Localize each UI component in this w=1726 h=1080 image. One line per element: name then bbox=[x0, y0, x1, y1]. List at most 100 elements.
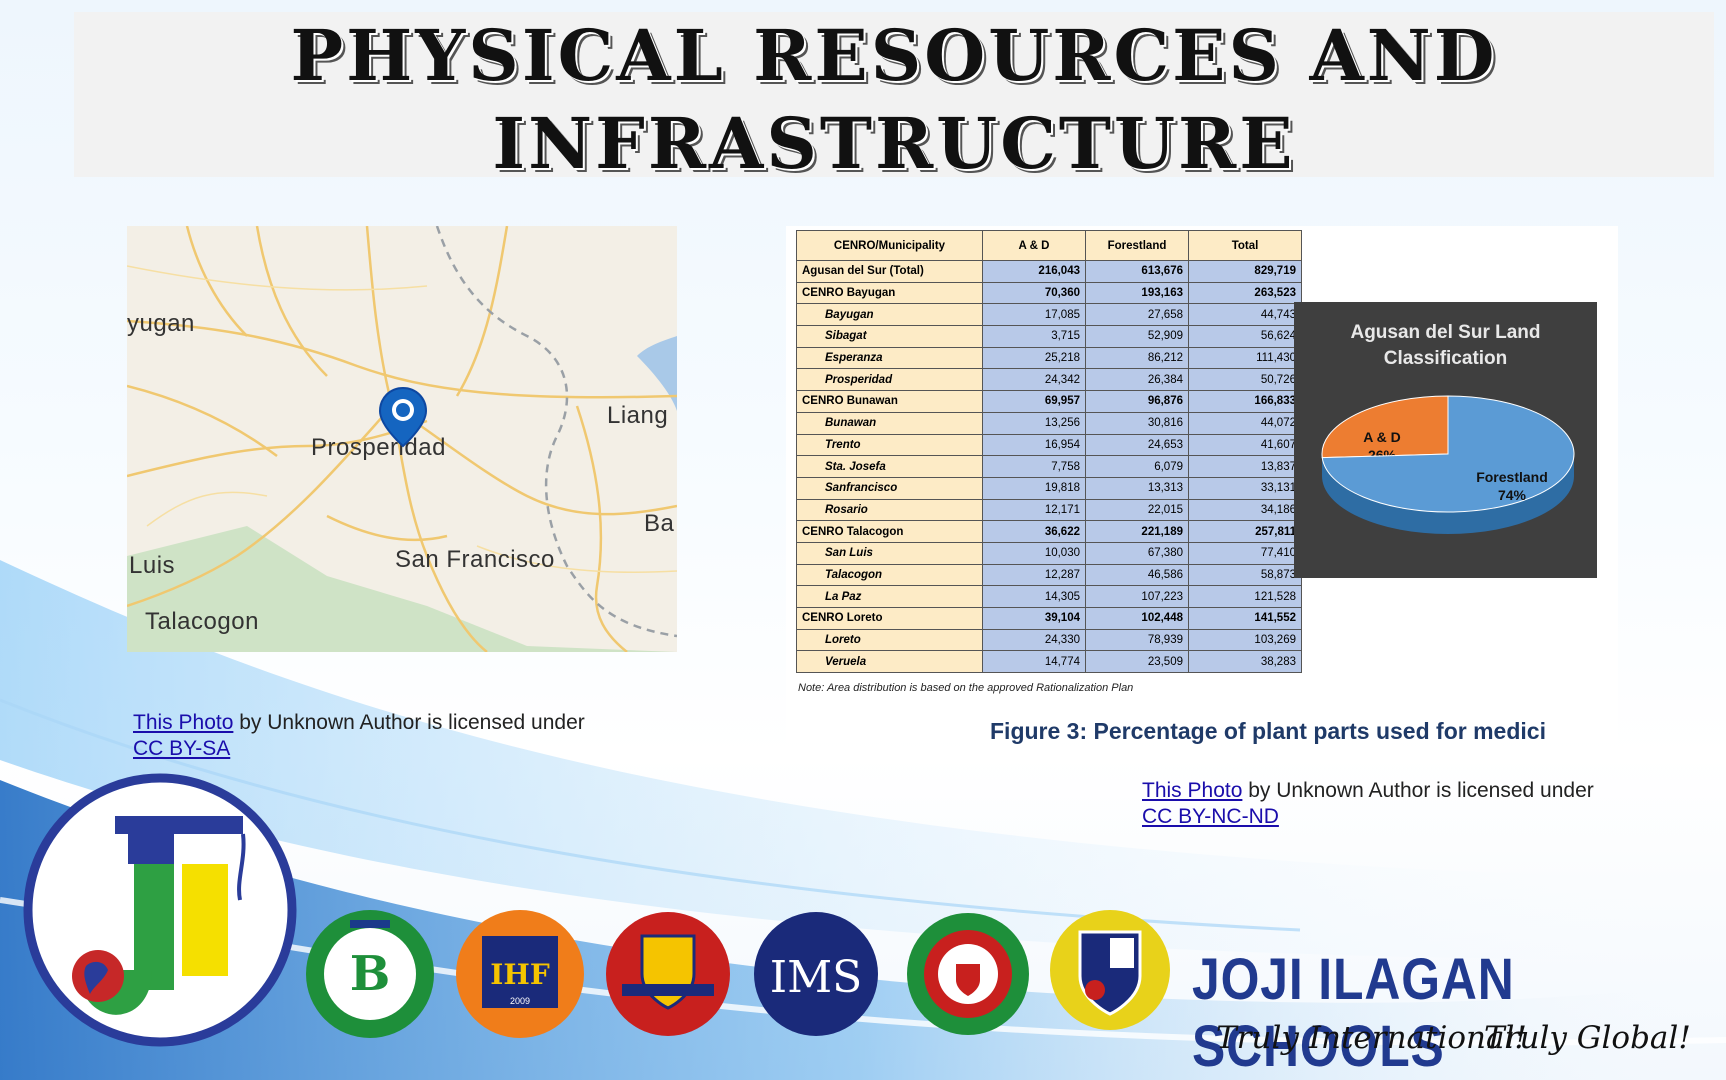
location-map[interactable]: yugan Prosperidad Liang Ba Luis San Fran… bbox=[127, 226, 677, 652]
table-cell-forestland: 24,653 bbox=[1085, 433, 1189, 457]
career-institute-logo bbox=[907, 913, 1029, 1035]
table-cell-forestland: 613,676 bbox=[1085, 260, 1189, 283]
map-credit-photo-link[interactable]: This Photo bbox=[133, 711, 233, 734]
map-label-bayugan: yugan bbox=[127, 310, 195, 337]
table-cell-total: 263,523 bbox=[1188, 281, 1302, 305]
svg-text:2009: 2009 bbox=[510, 996, 530, 1006]
table-cell-total: 34,186 bbox=[1188, 498, 1302, 522]
table-note: Note: Area distribution is based on the … bbox=[798, 682, 1134, 694]
table-cell-ad: 24,342 bbox=[982, 368, 1086, 392]
table-cell-total: 121,528 bbox=[1188, 585, 1302, 608]
table-cell-total: 257,811 bbox=[1188, 520, 1302, 543]
svg-text:B: B bbox=[350, 946, 391, 1002]
table-cell-forestland: 6,079 bbox=[1085, 455, 1189, 478]
tagline-global: Truly Global! bbox=[1484, 1020, 1691, 1056]
table-cell-ad: 7,758 bbox=[982, 455, 1086, 478]
map-label-san-luis: Luis bbox=[129, 552, 176, 579]
table-row: Sanfrancisco 19,818 13,313 33,131 bbox=[796, 476, 1302, 500]
table-cell-ad: 12,171 bbox=[982, 498, 1086, 522]
table-cell-municipality: Veruela bbox=[796, 650, 983, 674]
table-cell-ad: 17,085 bbox=[982, 303, 1086, 327]
table-cell-forestland: 221,189 bbox=[1085, 520, 1189, 543]
table-row: CENRO Talacogon 36,622 221,189 257,811 bbox=[796, 520, 1302, 543]
table-cell-municipality: Esperanza bbox=[796, 346, 983, 370]
table-cell-municipality: Sibagat bbox=[796, 325, 983, 348]
table-cell-ad: 12,287 bbox=[982, 563, 1086, 587]
table-cell-municipality: Prosperidad bbox=[796, 368, 983, 392]
table-cell-ad: 39,104 bbox=[982, 607, 1086, 630]
table-cell-ad: 14,774 bbox=[982, 650, 1086, 674]
intl-school-logo bbox=[606, 912, 730, 1036]
table-cell-ad: 3,715 bbox=[982, 325, 1086, 348]
table-row: La Paz 14,305 107,223 121,528 bbox=[796, 585, 1302, 608]
table-cell-municipality: Talacogon bbox=[796, 563, 983, 587]
table-cell-forestland: 102,448 bbox=[1085, 607, 1189, 630]
map-label-ba: Ba bbox=[644, 510, 675, 537]
table-cell-forestland: 52,909 bbox=[1085, 325, 1189, 348]
table-cell-total: 111,430 bbox=[1188, 346, 1302, 370]
table-cell-ad: 14,305 bbox=[982, 585, 1086, 608]
table-cell-forestland: 22,015 bbox=[1085, 498, 1189, 522]
table-cell-ad: 25,218 bbox=[982, 346, 1086, 370]
table-cell-ad: 13,256 bbox=[982, 411, 1086, 435]
table-cell-municipality: CENRO Talacogon bbox=[796, 520, 983, 543]
table-row: CENRO Bayugan 70,360 193,163 263,523 bbox=[796, 281, 1302, 305]
table-cell-total: 141,552 bbox=[1188, 607, 1302, 630]
table-cell-total: 41,607 bbox=[1188, 433, 1302, 457]
land-classification-pie-chart: Agusan del Sur Land Classification A & D… bbox=[1294, 302, 1597, 578]
table-row: Talacogon 12,287 46,586 58,873 bbox=[796, 563, 1302, 587]
table-cell-forestland: 30,816 bbox=[1085, 411, 1189, 435]
table-header-municipality: CENRO/Municipality bbox=[796, 230, 983, 261]
table-row: Esperanza 25,218 86,212 111,430 bbox=[796, 346, 1302, 370]
table-body: Agusan del Sur (Total) 216,043 613,676 829,… bbox=[796, 260, 1302, 674]
table-cell-forestland: 13,313 bbox=[1085, 476, 1189, 500]
land-classification-table: CENRO/Municipality A & D Forestland Tota… bbox=[796, 230, 1302, 674]
table-row: Sta. Josefa 7,758 6,079 13,837 bbox=[796, 455, 1302, 478]
table-cell-forestland: 86,212 bbox=[1085, 346, 1189, 370]
table-cell-total: 56,624 bbox=[1188, 325, 1302, 348]
table-header-forestland: Forestland bbox=[1085, 230, 1189, 261]
table-cell-municipality: CENRO Bunawan bbox=[796, 390, 983, 413]
map-label-talacogon: Talacogon bbox=[145, 608, 259, 635]
table-cell-municipality: Bayugan bbox=[796, 303, 983, 327]
table-cell-ad: 24,330 bbox=[982, 628, 1086, 652]
table-cell-total: 33,131 bbox=[1188, 476, 1302, 500]
table-cell-total: 13,837 bbox=[1188, 455, 1302, 478]
map-label-san-francisco: San Francisco bbox=[395, 546, 555, 573]
table-row: Veruela 14,774 23,509 38,283 bbox=[796, 650, 1302, 674]
table-cell-municipality: Trento bbox=[796, 433, 983, 457]
table-cell-ad: 10,030 bbox=[982, 541, 1086, 565]
table-cell-forestland: 96,876 bbox=[1085, 390, 1189, 413]
table-cell-municipality: Rosario bbox=[796, 498, 983, 522]
table-row: CENRO Bunawan 69,957 96,876 166,833 bbox=[796, 390, 1302, 413]
table-cell-total: 829,719 bbox=[1188, 260, 1302, 283]
map-credit: This Photo by Unknown Author is licensed… bbox=[133, 710, 585, 762]
ims-logo: IMS bbox=[754, 912, 878, 1036]
map-credit-license-link[interactable]: CC BY-SA bbox=[133, 737, 230, 760]
table-cell-municipality: San Luis bbox=[796, 541, 983, 565]
table-cell-ad: 19,818 bbox=[982, 476, 1086, 500]
location-pin-icon[interactable] bbox=[377, 386, 429, 450]
table-cell-total: 38,283 bbox=[1188, 650, 1302, 674]
table-row: Agusan del Sur (Total) 216,043 613,676 829,… bbox=[796, 260, 1302, 283]
figure-caption: Figure 3: Percentage of plant parts used… bbox=[990, 718, 1546, 744]
pie-chart-svg: A & D 26%Forestland 74% bbox=[1321, 395, 1575, 534]
svg-text:IHF: IHF bbox=[490, 958, 550, 991]
table-cell-municipality: Agusan del Sur (Total) bbox=[796, 260, 983, 283]
table-cell-forestland: 27,658 bbox=[1085, 303, 1189, 327]
table-row: CENRO Loreto 39,104 102,448 141,552 bbox=[796, 607, 1302, 630]
table-row: Bayugan 17,085 27,658 44,743 bbox=[796, 303, 1302, 327]
ji-crest-logo bbox=[1050, 910, 1170, 1030]
table-cell-total: 50,726 bbox=[1188, 368, 1302, 392]
tagline-international: Truly International! bbox=[1216, 1020, 1527, 1056]
table-cell-forestland: 23,509 bbox=[1085, 650, 1189, 674]
table-row: San Luis 10,030 67,380 77,410 bbox=[796, 541, 1302, 565]
table-cell-total: 44,743 bbox=[1188, 303, 1302, 327]
table-cell-total: 44,072 bbox=[1188, 411, 1302, 435]
table-cell-ad: 36,622 bbox=[982, 520, 1086, 543]
page-title-line2: INFRASTRUCTURE bbox=[492, 102, 1296, 185]
svg-text:IMS: IMS bbox=[770, 952, 863, 1003]
table-cell-total: 77,410 bbox=[1188, 541, 1302, 565]
table-header-total: Total bbox=[1188, 230, 1302, 261]
table-row: Sibagat 3,715 52,909 56,624 bbox=[796, 325, 1302, 348]
